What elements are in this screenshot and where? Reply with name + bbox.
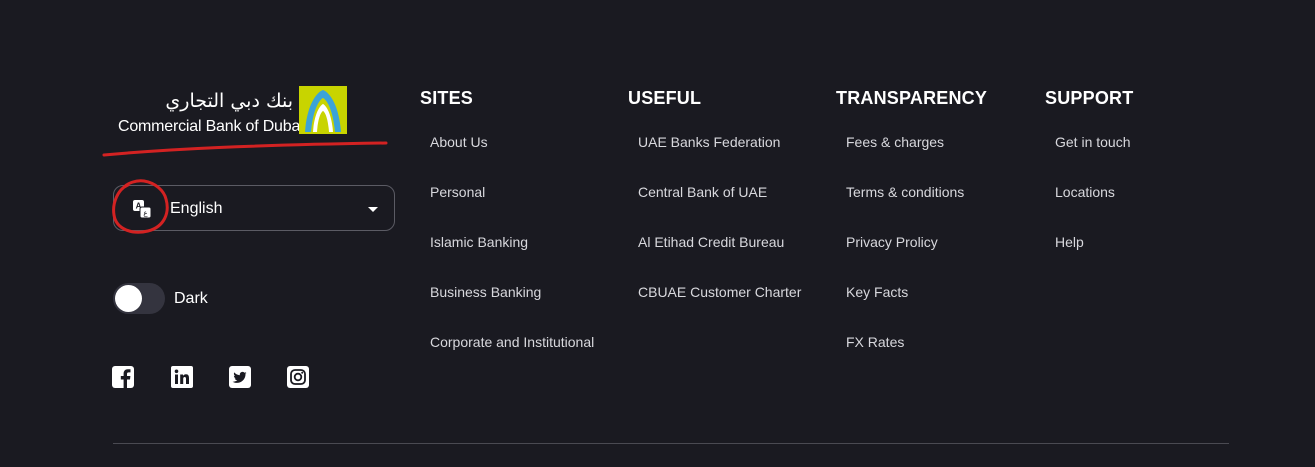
dark-mode-toggle[interactable] [113,283,165,314]
link-fees-charges[interactable]: Fees & charges [846,134,944,150]
link-privacy-policy[interactable]: Privacy Prolicy [846,234,938,250]
link-al-etihad-credit-bureau[interactable]: Al Etihad Credit Bureau [638,234,784,250]
annotation-circle [112,179,169,234]
link-terms-conditions[interactable]: Terms & conditions [846,184,964,200]
facebook-icon[interactable] [112,366,134,388]
logo-arabic-text: بنك دبي التجاري [165,90,293,112]
toggle-knob [115,285,142,312]
language-select-value: English [170,200,223,217]
sites-heading: SITES [420,88,474,108]
twitter-icon[interactable] [229,366,251,388]
instagram-icon[interactable] [287,366,309,388]
link-uae-banks-federation[interactable]: UAE Banks Federation [638,134,780,150]
transparency-heading: TRANSPARENCY [836,88,988,108]
chevron-down-icon [368,207,378,212]
link-fx-rates[interactable]: FX Rates [846,334,904,350]
support-heading: SUPPORT [1045,88,1134,108]
link-key-facts[interactable]: Key Facts [846,284,908,300]
linkedin-icon[interactable] [171,366,193,388]
link-locations[interactable]: Locations [1055,184,1115,200]
link-about-us[interactable]: About Us [430,134,488,150]
link-get-in-touch[interactable]: Get in touch [1055,134,1131,150]
link-personal[interactable]: Personal [430,184,485,200]
link-help[interactable]: Help [1055,234,1084,250]
link-business-banking[interactable]: Business Banking [430,284,541,300]
logo-english-text: Commercial Bank of Dubai [118,118,304,135]
useful-heading: USEFUL [628,88,702,108]
link-cbuae-customer-charter[interactable]: CBUAE Customer Charter [638,284,801,300]
footer-divider [113,443,1229,444]
dark-mode-label: Dark [174,290,208,307]
link-islamic-banking[interactable]: Islamic Banking [430,234,528,250]
logo-mark [299,86,347,134]
link-corporate-institutional[interactable]: Corporate and Institutional [430,334,594,350]
link-central-bank-uae[interactable]: Central Bank of UAE [638,184,767,200]
annotation-underline [102,141,388,157]
cbd-logo[interactable]: بنك دبي التجاري Commercial Bank of Dubai [117,84,349,138]
